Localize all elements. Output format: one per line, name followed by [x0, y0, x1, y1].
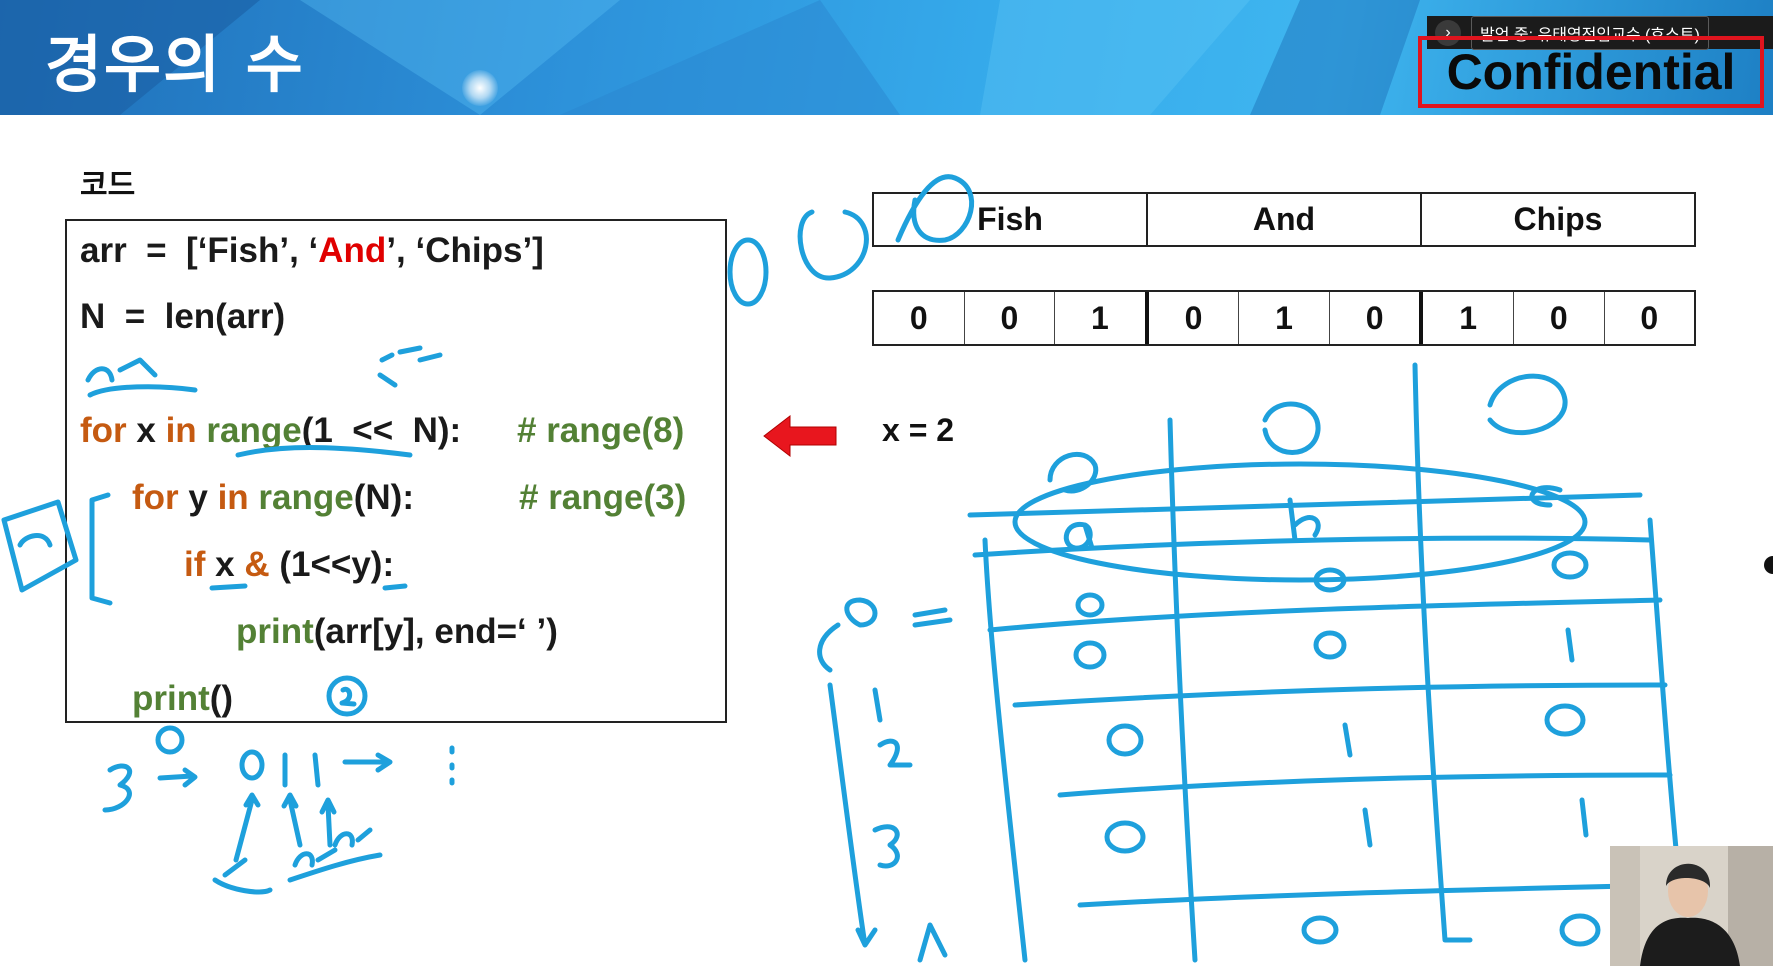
code-text: (1<<y): — [269, 545, 395, 584]
word-cell: Chips — [1513, 201, 1603, 237]
code-line-3: for x in range(1 << N): — [80, 411, 461, 451]
word-table: Fish And Chips — [872, 192, 1696, 247]
code-highlight: And — [318, 231, 387, 270]
code-text: arr = [‘Fish’, ‘ — [80, 231, 319, 270]
light-glow — [462, 70, 498, 106]
person-video-icon — [1610, 846, 1773, 966]
function-name: print — [236, 612, 314, 651]
code-line-5: if x & (1<<y): — [184, 545, 394, 585]
confidential-stamp: Confidential — [1418, 36, 1764, 108]
keyword: for — [80, 411, 127, 450]
code-line-4: for y in range(N): — [132, 478, 414, 518]
bit-cell: 0 — [1149, 292, 1240, 344]
bit-cell: 1 — [1423, 292, 1514, 344]
code-text: x — [126, 411, 166, 450]
keyword: in — [217, 478, 249, 517]
keyword: for — [132, 478, 179, 517]
bit-cell: 0 — [1640, 299, 1659, 336]
bit-cell: 0 — [874, 292, 965, 344]
function-name: range — [206, 411, 302, 450]
code-box: arr = [‘Fish’, ‘And’, ‘Chips’] N = len(a… — [65, 219, 727, 723]
bit-table: 0 0 1 0 1 0 1 0 0 — [872, 290, 1696, 346]
code-text: (arr[y], end=‘ ’) — [313, 612, 558, 651]
code-line-7: print() — [132, 679, 233, 719]
code-section-label: 코드 — [80, 168, 136, 203]
bit-cell: 0 — [1330, 292, 1424, 344]
x-value-label: x = 2 — [882, 412, 955, 448]
code-line-1: arr = [‘Fish’, ‘And’, ‘Chips’] — [80, 231, 544, 271]
function-name: print — [132, 679, 210, 718]
function-name: range — [258, 478, 354, 517]
code-text: () — [209, 679, 234, 718]
code-line-6: print(arr[y], end=‘ ’) — [236, 612, 558, 652]
code-text: (N): — [353, 478, 414, 517]
code-comment: # range(8) — [517, 411, 685, 450]
word-cell: And — [1148, 194, 1422, 245]
arrow-left-icon — [763, 414, 837, 458]
bit-cell: 1 — [1055, 292, 1149, 344]
bit-cell: 0 — [965, 292, 1056, 344]
code-line-2: N = len(arr) — [80, 297, 286, 336]
scroll-indicator — [1764, 556, 1773, 574]
operator: & — [244, 545, 270, 584]
code-text: ’, ‘Chips’] — [386, 231, 544, 270]
keyword: if — [184, 545, 206, 584]
code-text: (1 << N): — [301, 411, 462, 450]
word-cell: Fish — [874, 194, 1148, 245]
slide-title: 경우의 수 — [45, 28, 305, 101]
keyword: in — [165, 411, 197, 450]
code-comment: # range(3) — [519, 478, 687, 517]
bit-cell: 1 — [1239, 292, 1330, 344]
webcam-thumbnail[interactable] — [1610, 846, 1773, 966]
bit-cell: 0 — [1514, 292, 1605, 344]
code-text: y — [178, 478, 218, 517]
code-text: x — [205, 545, 245, 584]
